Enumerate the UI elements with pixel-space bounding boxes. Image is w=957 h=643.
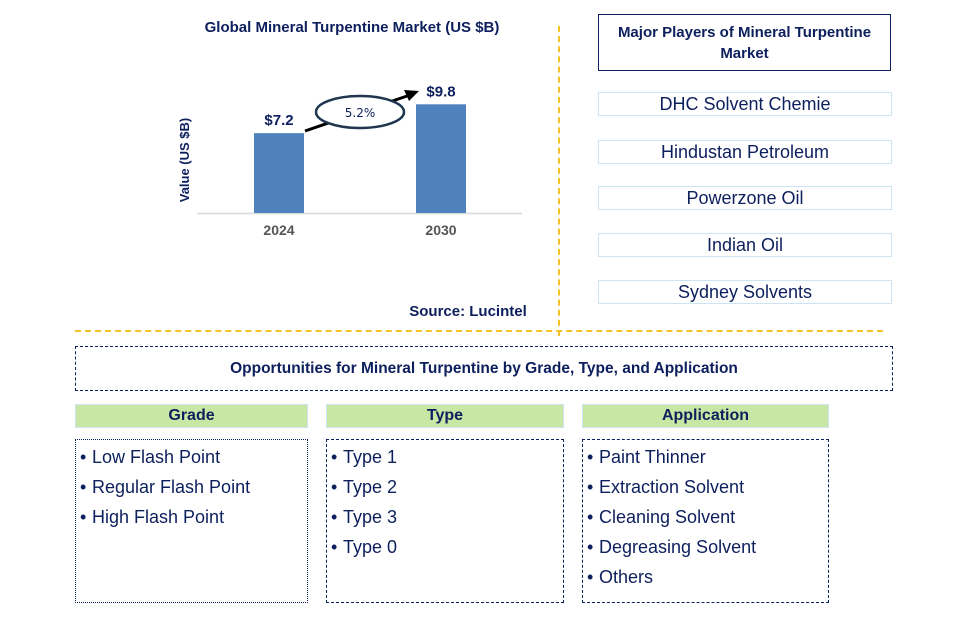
list-item-label: Type 1 xyxy=(343,447,398,467)
list-item: • Others xyxy=(587,562,828,592)
x-tick-label: 2024 xyxy=(263,222,294,238)
bar-data-label: $9.8 xyxy=(426,83,455,100)
cagr-annotation: 5.2% xyxy=(304,90,419,133)
vertical-separator xyxy=(558,26,560,336)
bullet-icon: • xyxy=(80,477,87,497)
list-item-label: Degreasing Solvent xyxy=(599,537,757,557)
list-item: • Degreasing Solvent xyxy=(587,532,828,562)
bar-2024 xyxy=(254,133,304,213)
players-title: Major Players of Mineral Turpentine Mark… xyxy=(598,14,891,71)
grade-header: Grade xyxy=(75,404,308,428)
player-item: Sydney Solvents xyxy=(598,280,892,304)
bullet-icon: • xyxy=(80,507,87,527)
bullet-icon: • xyxy=(587,507,594,527)
list-item-label: Regular Flash Point xyxy=(92,477,251,497)
list-item: • Low Flash Point xyxy=(80,442,307,472)
player-item: Hindustan Petroleum xyxy=(598,140,892,164)
cagr-label: 5.2% xyxy=(345,106,376,120)
bullet-icon: • xyxy=(331,537,338,557)
type-header: Type xyxy=(326,404,564,428)
list-item-label: Low Flash Point xyxy=(92,447,221,467)
player-item: Powerzone Oil xyxy=(598,186,892,210)
list-item-label: Type 0 xyxy=(343,537,398,557)
market-chart: Global Mineral Turpentine Market (US $B)… xyxy=(177,19,527,320)
list-item-label: Type 3 xyxy=(343,507,398,527)
bar-2030 xyxy=(416,104,466,213)
bullet-icon: • xyxy=(587,567,594,587)
bullet-icon: • xyxy=(331,447,338,467)
list-item: • Regular Flash Point xyxy=(80,472,307,502)
list-item-label: Extraction Solvent xyxy=(599,477,745,497)
list-item-label: Cleaning Solvent xyxy=(599,507,736,527)
bullet-icon: • xyxy=(331,507,338,527)
chart-title: Global Mineral Turpentine Market (US $B) xyxy=(205,19,500,36)
bullet-icon: • xyxy=(80,447,87,467)
player-item: DHC Solvent Chemie xyxy=(598,92,892,116)
list-item-label: Paint Thinner xyxy=(599,447,706,467)
application-header: Application xyxy=(582,404,829,428)
list-item: • Cleaning Solvent xyxy=(587,502,828,532)
list-item: • Type 3 xyxy=(331,502,563,532)
list-item: • Paint Thinner xyxy=(587,442,828,472)
list-item-label: High Flash Point xyxy=(92,507,225,527)
list-item: • High Flash Point xyxy=(80,502,307,532)
list-item: • Type 0 xyxy=(331,532,563,562)
bullet-icon: • xyxy=(331,477,338,497)
list-item-label: Type 2 xyxy=(343,477,398,497)
y-axis-label: Value (US $B) xyxy=(177,118,192,203)
x-tick-label: 2030 xyxy=(425,222,456,238)
source-label: Source: Lucintel xyxy=(409,303,527,320)
grade-list: • Low Flash Point • Regular Flash Point • Hig… xyxy=(75,439,308,603)
type-list: • Type 1 • Type 2 • Type 3 • Type 0 xyxy=(326,439,564,603)
list-item-label: Others xyxy=(599,567,654,587)
player-item: Indian Oil xyxy=(598,233,892,257)
list-item: • Type 1 xyxy=(331,442,563,472)
horizontal-separator xyxy=(75,330,883,332)
bullet-icon: • xyxy=(587,477,594,497)
application-list: • Paint Thinner • Extraction Solvent • Cleani… xyxy=(582,439,829,603)
bullet-icon: • xyxy=(587,447,594,467)
list-item: • Extraction Solvent xyxy=(587,472,828,502)
bullet-icon: • xyxy=(587,537,594,557)
bar-data-label: $7.2 xyxy=(264,112,293,129)
list-item: • Type 2 xyxy=(331,472,563,502)
opportunities-title: Opportunities for Mineral Turpentine by … xyxy=(75,346,893,391)
